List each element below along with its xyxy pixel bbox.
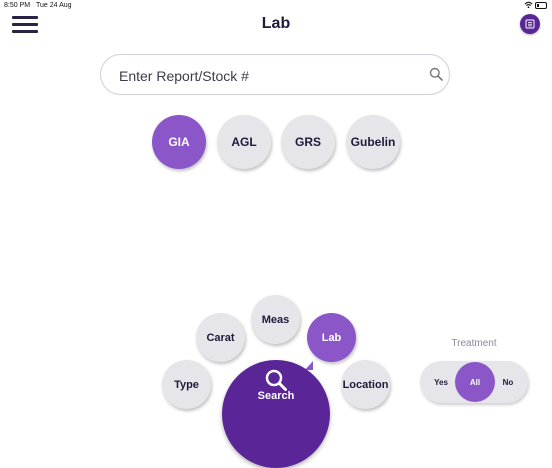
lab-option-label: GRS	[294, 135, 321, 149]
treatment-option-yes[interactable]: Yes	[423, 361, 459, 403]
nav-label: Meas	[261, 313, 290, 326]
search-input[interactable]	[117, 65, 421, 87]
treatment-title: Treatment	[451, 338, 497, 349]
battery-icon	[535, 2, 547, 9]
nav-label: Lab	[321, 331, 342, 344]
lab-option-grs[interactable]: GRS	[281, 115, 335, 169]
nav-location-button[interactable]: Location	[341, 360, 390, 409]
treatment-toggle: Yes All No	[420, 361, 528, 403]
status-date: Tue 24 Aug	[36, 2, 72, 9]
list-icon	[525, 19, 535, 29]
treatment-option-no[interactable]: No	[490, 361, 526, 403]
search-bar	[100, 54, 450, 95]
lab-option-gia[interactable]: GIA	[152, 115, 206, 169]
search-button-label: Search	[257, 390, 295, 402]
page-title: Lab	[261, 15, 291, 32]
nav-carat-button[interactable]: Carat	[196, 313, 245, 362]
nav-label: Type	[174, 378, 199, 391]
lab-option-label: GIA	[168, 135, 190, 149]
lab-option-label: AGL	[231, 135, 257, 149]
nav-label: Location	[342, 378, 389, 391]
nav-label: Carat	[206, 331, 235, 344]
nav-meas-button[interactable]: Meas	[251, 295, 300, 344]
status-time: 8:50 PM	[4, 2, 31, 9]
nav-type-button[interactable]: Type	[162, 360, 211, 409]
lab-option-gubelin[interactable]: Gubelin	[346, 115, 400, 169]
search-button[interactable]: Search	[222, 360, 330, 468]
list-view-button[interactable]	[520, 14, 540, 34]
lab-option-agl[interactable]: AGL	[217, 115, 271, 169]
treatment-option-all[interactable]: All	[455, 362, 495, 402]
wifi-icon	[524, 1, 533, 11]
search-icon[interactable]	[429, 67, 443, 86]
nav-lab-button[interactable]: Lab	[307, 313, 356, 362]
lab-option-label: Gubelin	[350, 135, 396, 149]
status-bar: 8:50 PM Tue 24 Aug	[0, 0, 552, 12]
